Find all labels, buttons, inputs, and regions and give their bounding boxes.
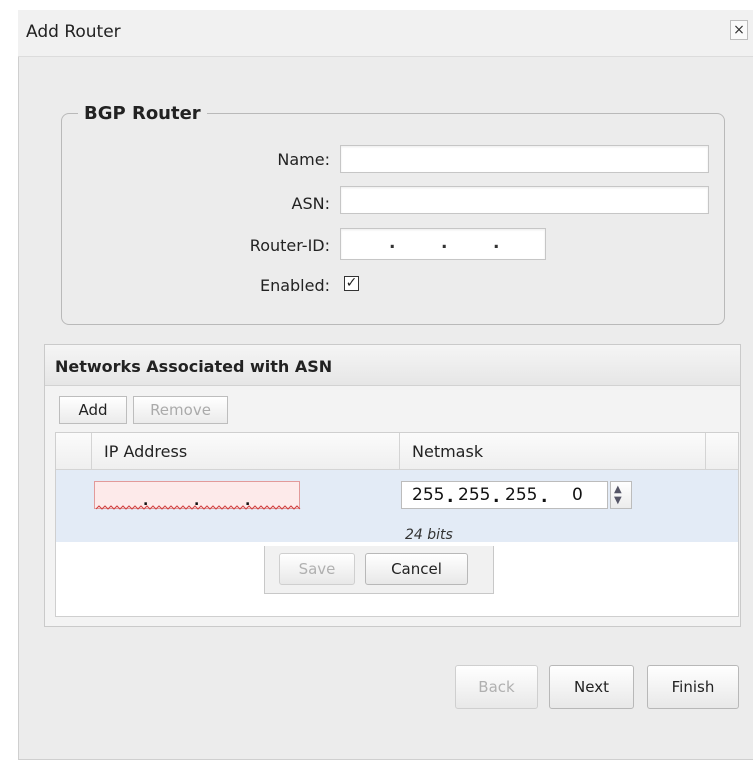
- netmask-spinner[interactable]: ▲ ▼: [610, 481, 632, 509]
- next-button[interactable]: Next: [549, 665, 634, 709]
- ip-octet-separator: .: [194, 493, 200, 509]
- ip-octet-separator: .: [493, 233, 500, 253]
- finish-button[interactable]: Finish: [647, 665, 739, 709]
- close-icon[interactable]: ×: [730, 20, 748, 40]
- chevron-up-icon[interactable]: ▲: [614, 484, 622, 495]
- networks-panel-header: Networks Associated with ASN: [45, 345, 740, 386]
- remove-network-button[interactable]: Remove: [133, 396, 228, 424]
- netmask-bits-label: 24 bits: [405, 527, 453, 543]
- bgp-router-legend: BGP Router: [78, 103, 207, 124]
- dialog-titlebar: Add Router ×: [18, 10, 753, 57]
- ip-octet-separator: .: [447, 487, 454, 507]
- netmask-input[interactable]: 255 . 255 . 255 . 0: [401, 481, 608, 509]
- column-header-filler: [706, 433, 740, 469]
- ip-octet-separator: .: [389, 233, 396, 253]
- ip-octet-separator: .: [441, 233, 448, 253]
- chevron-down-icon[interactable]: ▼: [614, 495, 622, 506]
- enabled-checkbox[interactable]: ✓: [344, 276, 359, 291]
- cancel-button[interactable]: Cancel: [365, 553, 468, 585]
- netmask-octet-1[interactable]: 255: [412, 485, 444, 505]
- row-selector-header: [56, 433, 92, 469]
- router-id-input[interactable]: . . .: [340, 228, 546, 260]
- networks-panel-title: Networks Associated with ASN: [55, 357, 333, 376]
- asn-label: ASN:: [291, 194, 330, 213]
- ip-octet-separator: .: [143, 493, 149, 509]
- column-header-netmask[interactable]: Netmask: [400, 433, 706, 469]
- back-button[interactable]: Back: [455, 665, 538, 709]
- dialog-title: Add Router: [26, 22, 121, 42]
- column-header-ip-address[interactable]: IP Address: [92, 433, 400, 469]
- router-id-label: Router-ID:: [249, 236, 330, 255]
- save-button[interactable]: Save: [279, 553, 355, 585]
- ip-octet-separator: .: [541, 487, 548, 507]
- asn-input[interactable]: [340, 186, 709, 214]
- netmask-octet-2[interactable]: 255: [458, 485, 490, 505]
- column-header-label: Netmask: [412, 442, 484, 461]
- netmask-octet-3[interactable]: 255: [505, 485, 537, 505]
- enabled-label: Enabled:: [259, 276, 330, 295]
- add-network-button[interactable]: Add: [59, 396, 127, 424]
- name-input[interactable]: [340, 145, 709, 173]
- check-icon: ✓: [345, 275, 358, 291]
- ip-octet-separator: .: [493, 487, 500, 507]
- netmask-octet-4[interactable]: 0: [572, 485, 583, 505]
- column-header-label: IP Address: [104, 442, 188, 461]
- ip-octet-separator: .: [245, 493, 251, 509]
- grid-header: IP Address Netmask: [56, 433, 738, 470]
- name-label: Name:: [277, 150, 330, 169]
